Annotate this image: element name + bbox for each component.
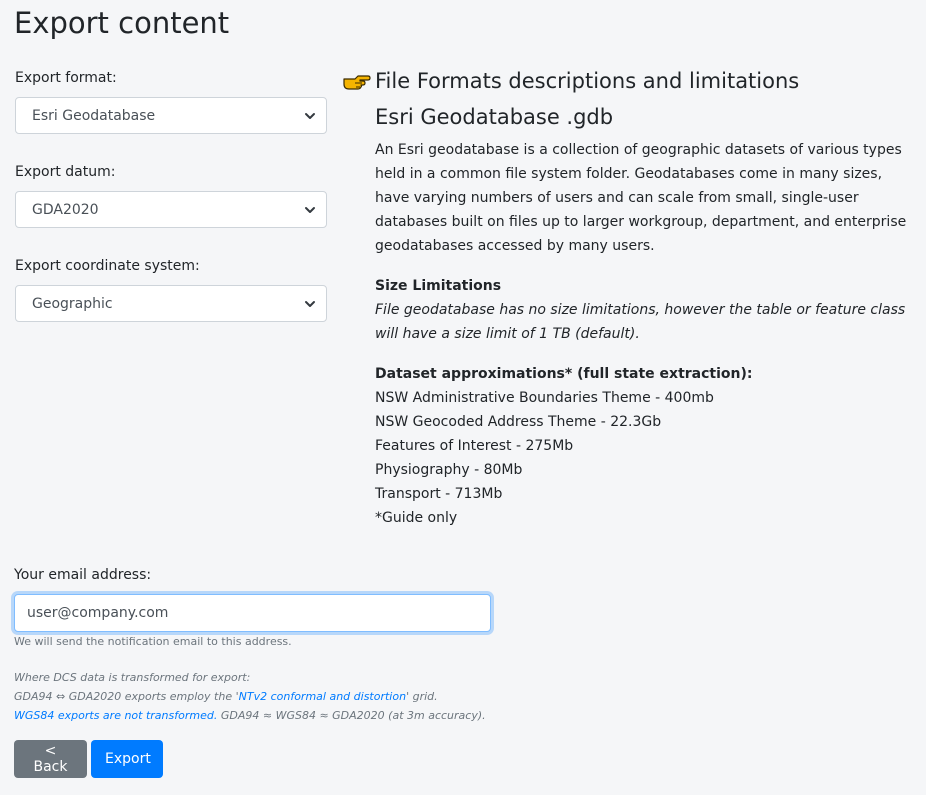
dataset-item: Physiography - 80Mb (375, 462, 523, 478)
note-line-3: WGS84 exports are not transformed. GDA94… (14, 706, 614, 725)
email-help-text: We will send the notification email to t… (14, 635, 292, 648)
note-line-2-suffix: ' grid. (406, 690, 438, 703)
format-title: Esri Geodatabase .gdb (375, 105, 614, 129)
page-title: Export content (14, 6, 230, 40)
transformation-note: Where DCS data is transformed for export… (14, 668, 614, 725)
dataset-item: Transport - 713Mb (375, 486, 503, 502)
export-format-value: Esri Geodatabase (32, 107, 156, 124)
export-datum-value: GDA2020 (32, 201, 99, 218)
size-limitations-section: Size Limitations File geodatabase has no… (375, 274, 915, 346)
export-datum-select[interactable]: GDA2020 (15, 191, 327, 228)
export-coordinate-system-label: Export coordinate system: (15, 258, 200, 274)
note-line-2: GDA94 ⇔ GDA2020 exports employ the 'NTv2… (14, 687, 614, 706)
file-formats-heading-text: File Formats descriptions and limitation… (375, 69, 800, 93)
email-input[interactable] (14, 594, 491, 632)
dataset-item: Features of Interest - 275Mb (375, 438, 574, 454)
size-limitations-text: File geodatabase has no size limitations… (375, 302, 906, 342)
chevron-down-icon (305, 301, 315, 307)
note-line-2-prefix: GDA94 ⇔ GDA2020 exports employ the ' (14, 690, 239, 703)
export-button[interactable]: Export (91, 740, 163, 778)
guide-note: *Guide only (375, 510, 458, 526)
dataset-item: NSW Administrative Boundaries Theme - 40… (375, 390, 714, 406)
note-line-3-suffix: GDA94 ≈ WGS84 ≈ GDA2020 (at 3m accuracy)… (217, 709, 486, 722)
email-label: Your email address: (14, 567, 152, 583)
back-button[interactable]: < Back (14, 740, 87, 778)
export-coordinate-system-select[interactable]: Geographic (15, 285, 327, 322)
chevron-down-icon (305, 113, 315, 119)
dataset-approximations-title: Dataset approximations* (full state extr… (375, 366, 753, 382)
dataset-approximations-section: Dataset approximations* (full state extr… (375, 362, 915, 530)
export-datum-label: Export datum: (15, 164, 116, 180)
ntv2-grid-link[interactable]: NTv2 conformal and distortion (239, 690, 406, 703)
export-format-label: Export format: (15, 70, 117, 86)
pointing-hand-icon (343, 75, 371, 90)
note-line-1: Where DCS data is transformed for export… (14, 671, 251, 684)
dataset-item: NSW Geocoded Address Theme - 22.3Gb (375, 414, 662, 430)
export-coordinate-system-value: Geographic (32, 295, 113, 312)
chevron-down-icon (305, 207, 315, 213)
wgs84-link[interactable]: WGS84 exports are not transformed. (14, 709, 217, 722)
file-formats-heading: File Formats descriptions and limitation… (341, 66, 799, 96)
size-limitations-title: Size Limitations (375, 278, 502, 294)
export-format-select[interactable]: Esri Geodatabase (15, 97, 327, 134)
format-description: An Esri geodatabase is a collection of g… (375, 142, 907, 254)
